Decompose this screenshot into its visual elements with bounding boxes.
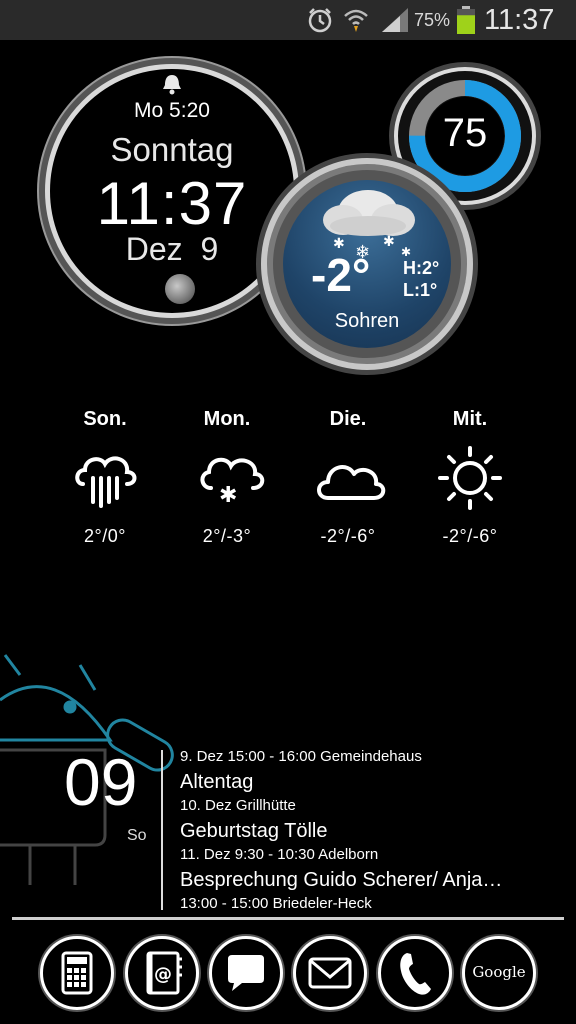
forecast-day-wed: Mit. [452,408,488,430]
svg-text:@: @ [154,964,172,985]
alarm-bell-icon [160,73,184,100]
clock-time: 11:37 [96,170,248,237]
dock-divider [12,917,564,920]
forecast-temp-wed: -2°/-6° [442,526,498,546]
event-3-meta: 11. Dez 9:30 - 10:30 Adelborn [180,846,379,863]
event-4-meta: 13:00 - 15:00 Briedeler-Heck [180,895,372,912]
weather-low: L:1° [403,280,438,300]
calendar-weekday: So [127,827,147,844]
sun-icon [410,442,530,512]
alarm-time: Mo 5:20 [134,99,210,122]
event-1-title[interactable]: Altentag [180,771,253,794]
messaging-button[interactable] [209,936,283,1010]
signal-icon [380,0,410,40]
calculator-icon [61,951,93,995]
event-2-title[interactable]: Geburtstag Tölle [180,820,328,843]
snow-cloud-icon: ✱ [167,442,287,512]
svg-text:✱: ✱ [383,233,395,249]
status-time: 11:37 [484,3,555,36]
calendar-day-number: 09 [64,745,138,819]
calendar-widget[interactable]: 09 So 9. Dez 15:00 - 16:00 Gemeindehaus … [0,740,576,920]
phone-icon [400,953,431,995]
forecast-temp-sun: 2°/0° [84,526,126,546]
forecast-temp-mon: 2°/-3° [202,526,252,546]
event-3-title[interactable]: Besprechung Guido Scherer/ Anja… [180,869,502,892]
svg-text:✱: ✱ [219,482,237,507]
event-2-meta: 10. Dez Grillhütte [180,797,296,814]
clock-widget[interactable]: Mo 5:20 Sonntag 11:37 Dez 9 [45,64,299,318]
phone-button[interactable] [378,936,452,1010]
battery-percent: 75% [414,9,451,30]
forecast-temp-tue: -2°/-6° [320,526,376,546]
weather-high: H:2° [403,258,440,278]
calendar-divider [161,750,163,910]
forecast-day-mon: Mon. [203,408,251,430]
clock-weekday: Sonntag [110,131,234,168]
calculator-button[interactable] [40,936,114,1010]
forecast-day-tue: Die. [329,408,367,430]
forecast-day-sun: Son. [83,408,127,430]
weather-temp: -2° [311,249,371,301]
forecast-strip[interactable]: Son. Mon. Die. Mit. ✱ 2°/0° 2°/-3° -2°/-… [0,400,576,560]
email-button[interactable] [293,936,367,1010]
clock-date: Dez 9 [50,231,294,268]
svg-text:✱: ✱ [401,245,411,259]
google-button[interactable]: Google [462,936,536,1010]
contacts-button[interactable]: @ [125,936,199,1010]
clock-day: 9 [200,231,219,267]
weather-panel: ✱ ❄ ✱ ✱ -2° H:2° L:1° Sohren [283,180,451,348]
moon-phase-icon [165,274,195,304]
weather-widget[interactable]: ✱ ❄ ✱ ✱ -2° H:2° L:1° Sohren [261,158,473,370]
contacts-icon: @ [146,951,182,995]
clock-month: Dez [125,231,183,267]
wifi-icon [342,0,370,40]
event-1-meta: 9. Dez 15:00 - 16:00 Gemeindehaus [180,748,422,765]
battery-icon [456,0,476,40]
status-bar: 75% 11:37 [0,0,576,40]
google-icon: Google [472,963,526,981]
email-icon [308,957,352,989]
battery-value: 75 [442,111,488,155]
messaging-icon [228,955,264,991]
cloud-icon [288,442,408,512]
alarm-icon [306,0,334,40]
weather-location: Sohren [334,310,400,332]
rain-cloud-icon [45,442,165,512]
